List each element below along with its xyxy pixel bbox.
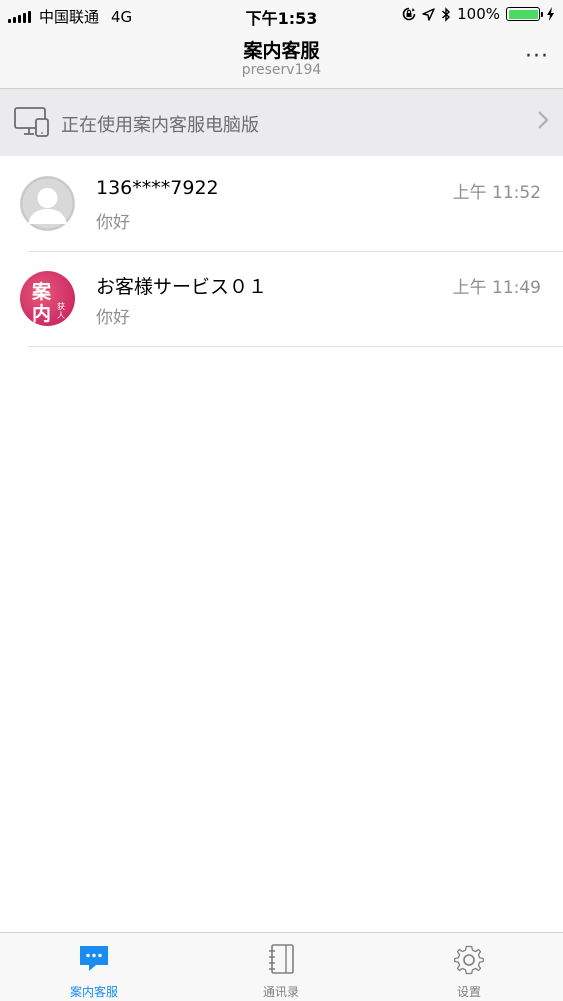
desktop-banner-text: 正在使用案内客服电脑版 bbox=[61, 115, 259, 136]
conversation-item[interactable]: 案 内 获人 お客様サービス０１ 上午 11:49 你好 bbox=[0, 252, 563, 347]
conversation-item[interactable]: 136****7922 上午 11:52 你好 bbox=[0, 157, 563, 252]
account-id: preserv194 bbox=[241, 62, 322, 78]
tab-contacts[interactable]: 通讯录 bbox=[221, 933, 341, 1001]
tab-label: 通讯录 bbox=[262, 985, 299, 999]
battery-percent: 100% bbox=[457, 5, 500, 23]
status-right: 100% bbox=[402, 5, 555, 23]
battery-icon bbox=[506, 7, 543, 21]
message-time: 上午 11:52 bbox=[452, 183, 541, 203]
chevron-right-icon bbox=[538, 111, 549, 129]
message-preview: 你好 bbox=[96, 308, 130, 328]
tab-chat[interactable]: 案内客服 bbox=[34, 933, 154, 1001]
battery-fill bbox=[508, 9, 538, 19]
page-title: 案内客服 bbox=[243, 40, 320, 62]
brand-avatar: 案 内 获人 bbox=[20, 271, 75, 326]
user-silhouette-icon bbox=[20, 176, 75, 231]
charging-icon bbox=[547, 7, 554, 21]
brand-avatar-small-text: 获人 bbox=[57, 302, 65, 320]
status-bar: 中国联通 4G 下午1:53 100% bbox=[0, 0, 563, 30]
nav-bar: 案内客服 preserv194 ··· bbox=[0, 30, 563, 89]
contact-name: お客様サービス０１ bbox=[96, 276, 268, 298]
desktop-icon bbox=[14, 107, 49, 137]
tab-bar: 案内客服 通讯录 设置 bbox=[0, 932, 563, 1001]
message-time: 上午 11:49 bbox=[452, 278, 541, 298]
orientation-lock-icon bbox=[402, 7, 416, 21]
location-icon bbox=[422, 7, 435, 21]
message-preview: 你好 bbox=[96, 213, 130, 233]
tab-settings[interactable]: 设置 bbox=[409, 933, 529, 1001]
gear-icon bbox=[454, 945, 484, 975]
brand-avatar-char: 内 bbox=[32, 303, 52, 325]
conversation-list: 136****7922 上午 11:52 你好 案 内 获人 お客様サービス０１… bbox=[0, 157, 563, 347]
tab-label: 设置 bbox=[456, 985, 481, 999]
default-user-avatar bbox=[20, 176, 75, 231]
chat-bubble-icon bbox=[80, 946, 108, 971]
contact-name: 136****7922 bbox=[96, 177, 219, 199]
desktop-version-banner[interactable]: 正在使用案内客服电脑版 bbox=[0, 89, 563, 156]
contacts-book-icon bbox=[269, 944, 294, 974]
more-button[interactable]: ··· bbox=[525, 44, 549, 69]
tab-label: 案内客服 bbox=[69, 985, 118, 999]
bluetooth-icon bbox=[442, 6, 451, 22]
